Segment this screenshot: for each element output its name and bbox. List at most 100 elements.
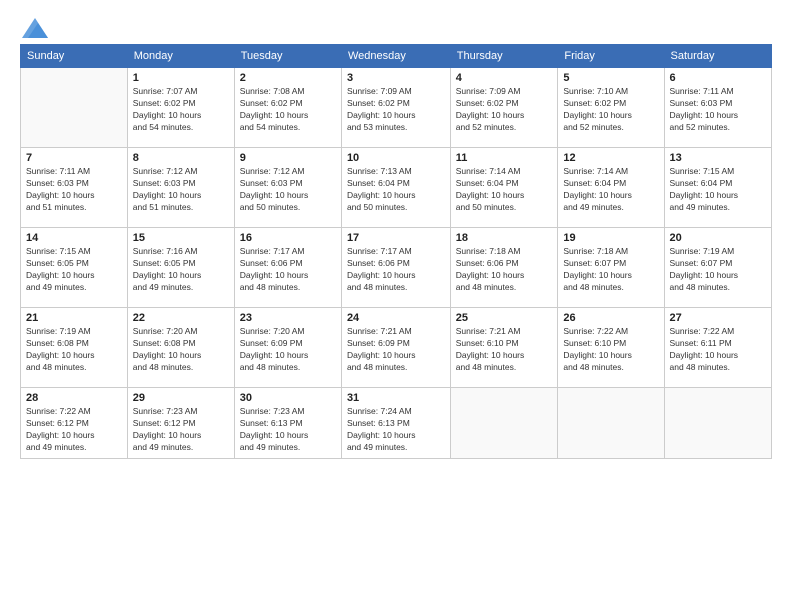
- calendar-cell: [664, 388, 771, 459]
- day-info: Sunrise: 7:12 AM Sunset: 6:03 PM Dayligh…: [133, 166, 229, 214]
- day-info: Sunrise: 7:22 AM Sunset: 6:11 PM Dayligh…: [670, 326, 766, 374]
- calendar-cell: 24 Sunrise: 7:21 AM Sunset: 6:09 PM Dayli…: [341, 308, 450, 388]
- day-info: Sunrise: 7:11 AM Sunset: 6:03 PM Dayligh…: [26, 166, 122, 214]
- day-info: Sunrise: 7:23 AM Sunset: 6:13 PM Dayligh…: [240, 406, 336, 454]
- calendar-cell: 18 Sunrise: 7:18 AM Sunset: 6:06 PM Dayli…: [450, 228, 558, 308]
- day-number: 16: [240, 232, 336, 244]
- logo: [20, 18, 48, 34]
- calendar-week-4: 21 Sunrise: 7:19 AM Sunset: 6:08 PM Dayli…: [21, 308, 772, 388]
- day-number: 15: [133, 232, 229, 244]
- header: [20, 18, 772, 34]
- day-number: 28: [26, 392, 122, 404]
- calendar-week-1: 1Sunrise: 7:07 AM Sunset: 6:02 PM Daylig…: [21, 68, 772, 148]
- day-number: 6: [670, 72, 766, 84]
- day-info: Sunrise: 7:15 AM Sunset: 6:05 PM Dayligh…: [26, 246, 122, 294]
- day-info: Sunrise: 7:09 AM Sunset: 6:02 PM Dayligh…: [347, 86, 445, 134]
- calendar-week-2: 7 Sunrise: 7:11 AM Sunset: 6:03 PM Daylig…: [21, 148, 772, 228]
- day-number: 22: [133, 312, 229, 324]
- calendar-cell: [21, 68, 128, 148]
- day-number: 26: [563, 312, 658, 324]
- day-info: Sunrise: 7:16 AM Sunset: 6:05 PM Dayligh…: [133, 246, 229, 294]
- calendar-cell: 23 Sunrise: 7:20 AM Sunset: 6:09 PM Dayli…: [234, 308, 341, 388]
- day-number: 19: [563, 232, 658, 244]
- calendar-cell: 17 Sunrise: 7:17 AM Sunset: 6:06 PM Dayli…: [341, 228, 450, 308]
- day-info: Sunrise: 7:14 AM Sunset: 6:04 PM Dayligh…: [456, 166, 553, 214]
- calendar-cell: 14 Sunrise: 7:15 AM Sunset: 6:05 PM Dayli…: [21, 228, 128, 308]
- calendar-cell: 3 Sunrise: 7:09 AM Sunset: 6:02 PM Daylig…: [341, 68, 450, 148]
- day-number: 13: [670, 152, 766, 164]
- calendar-cell: 31 Sunrise: 7:24 AM Sunset: 6:13 PM Dayli…: [341, 388, 450, 459]
- col-header-wednesday: Wednesday: [341, 45, 450, 68]
- logo-icon: [22, 18, 48, 38]
- day-info: Sunrise: 7:23 AM Sunset: 6:12 PM Dayligh…: [133, 406, 229, 454]
- day-number: 31: [347, 392, 445, 404]
- calendar-cell: 28 Sunrise: 7:22 AM Sunset: 6:12 PM Dayli…: [21, 388, 128, 459]
- day-info: Sunrise: 7:21 AM Sunset: 6:10 PM Dayligh…: [456, 326, 553, 374]
- calendar-cell: 9 Sunrise: 7:12 AM Sunset: 6:03 PM Daylig…: [234, 148, 341, 228]
- calendar-cell: 19 Sunrise: 7:18 AM Sunset: 6:07 PM Dayli…: [558, 228, 664, 308]
- day-info: Sunrise: 7:21 AM Sunset: 6:09 PM Dayligh…: [347, 326, 445, 374]
- calendar-cell: 15 Sunrise: 7:16 AM Sunset: 6:05 PM Dayli…: [127, 228, 234, 308]
- day-number: 23: [240, 312, 336, 324]
- day-info: Sunrise: 7:11 AM Sunset: 6:03 PM Dayligh…: [670, 86, 766, 134]
- day-number: 7: [26, 152, 122, 164]
- calendar-cell: 20 Sunrise: 7:19 AM Sunset: 6:07 PM Dayli…: [664, 228, 771, 308]
- day-number: 5: [563, 72, 658, 84]
- day-number: 20: [670, 232, 766, 244]
- day-info: Sunrise: 7:09 AM Sunset: 6:02 PM Dayligh…: [456, 86, 553, 134]
- calendar-cell: 7 Sunrise: 7:11 AM Sunset: 6:03 PM Daylig…: [21, 148, 128, 228]
- day-number: 29: [133, 392, 229, 404]
- day-number: 25: [456, 312, 553, 324]
- calendar-cell: 12Sunrise: 7:14 AM Sunset: 6:04 PM Dayli…: [558, 148, 664, 228]
- day-number: 3: [347, 72, 445, 84]
- day-info: Sunrise: 7:19 AM Sunset: 6:08 PM Dayligh…: [26, 326, 122, 374]
- day-info: Sunrise: 7:10 AM Sunset: 6:02 PM Dayligh…: [563, 86, 658, 134]
- calendar-cell: [450, 388, 558, 459]
- col-header-monday: Monday: [127, 45, 234, 68]
- day-info: Sunrise: 7:18 AM Sunset: 6:06 PM Dayligh…: [456, 246, 553, 294]
- day-info: Sunrise: 7:18 AM Sunset: 6:07 PM Dayligh…: [563, 246, 658, 294]
- day-info: Sunrise: 7:17 AM Sunset: 6:06 PM Dayligh…: [347, 246, 445, 294]
- day-number: 30: [240, 392, 336, 404]
- day-info: Sunrise: 7:13 AM Sunset: 6:04 PM Dayligh…: [347, 166, 445, 214]
- calendar-cell: 10 Sunrise: 7:13 AM Sunset: 6:04 PM Dayli…: [341, 148, 450, 228]
- calendar-cell: 25 Sunrise: 7:21 AM Sunset: 6:10 PM Dayli…: [450, 308, 558, 388]
- calendar-table: SundayMondayTuesdayWednesdayThursdayFrid…: [20, 44, 772, 459]
- day-number: 1: [133, 72, 229, 84]
- day-info: Sunrise: 7:14 AM Sunset: 6:04 PM Dayligh…: [563, 166, 658, 214]
- calendar-week-5: 28 Sunrise: 7:22 AM Sunset: 6:12 PM Dayli…: [21, 388, 772, 459]
- col-header-friday: Friday: [558, 45, 664, 68]
- day-info: Sunrise: 7:24 AM Sunset: 6:13 PM Dayligh…: [347, 406, 445, 454]
- calendar-cell: 5 Sunrise: 7:10 AM Sunset: 6:02 PM Daylig…: [558, 68, 664, 148]
- day-number: 11: [456, 152, 553, 164]
- day-number: 2: [240, 72, 336, 84]
- day-number: 17: [347, 232, 445, 244]
- page: SundayMondayTuesdayWednesdayThursdayFrid…: [0, 0, 792, 612]
- day-number: 24: [347, 312, 445, 324]
- calendar-cell: 16 Sunrise: 7:17 AM Sunset: 6:06 PM Dayli…: [234, 228, 341, 308]
- calendar-cell: 4 Sunrise: 7:09 AM Sunset: 6:02 PM Daylig…: [450, 68, 558, 148]
- calendar-cell: 11 Sunrise: 7:14 AM Sunset: 6:04 PM Dayli…: [450, 148, 558, 228]
- calendar-cell: 26 Sunrise: 7:22 AM Sunset: 6:10 PM Dayli…: [558, 308, 664, 388]
- day-info: Sunrise: 7:17 AM Sunset: 6:06 PM Dayligh…: [240, 246, 336, 294]
- day-info: Sunrise: 7:22 AM Sunset: 6:12 PM Dayligh…: [26, 406, 122, 454]
- day-number: 9: [240, 152, 336, 164]
- day-info: Sunrise: 7:20 AM Sunset: 6:09 PM Dayligh…: [240, 326, 336, 374]
- day-info: Sunrise: 7:20 AM Sunset: 6:08 PM Dayligh…: [133, 326, 229, 374]
- calendar-cell: 29 Sunrise: 7:23 AM Sunset: 6:12 PM Dayli…: [127, 388, 234, 459]
- day-info: Sunrise: 7:15 AM Sunset: 6:04 PM Dayligh…: [670, 166, 766, 214]
- day-info: Sunrise: 7:22 AM Sunset: 6:10 PM Dayligh…: [563, 326, 658, 374]
- day-number: 18: [456, 232, 553, 244]
- calendar-cell: [558, 388, 664, 459]
- day-info: Sunrise: 7:12 AM Sunset: 6:03 PM Dayligh…: [240, 166, 336, 214]
- day-number: 10: [347, 152, 445, 164]
- calendar-cell: 30 Sunrise: 7:23 AM Sunset: 6:13 PM Dayli…: [234, 388, 341, 459]
- day-number: 4: [456, 72, 553, 84]
- day-number: 14: [26, 232, 122, 244]
- calendar-week-3: 14 Sunrise: 7:15 AM Sunset: 6:05 PM Dayli…: [21, 228, 772, 308]
- day-info: Sunrise: 7:19 AM Sunset: 6:07 PM Dayligh…: [670, 246, 766, 294]
- day-number: 27: [670, 312, 766, 324]
- calendar-cell: 6 Sunrise: 7:11 AM Sunset: 6:03 PM Daylig…: [664, 68, 771, 148]
- calendar-cell: 21 Sunrise: 7:19 AM Sunset: 6:08 PM Dayli…: [21, 308, 128, 388]
- day-number: 21: [26, 312, 122, 324]
